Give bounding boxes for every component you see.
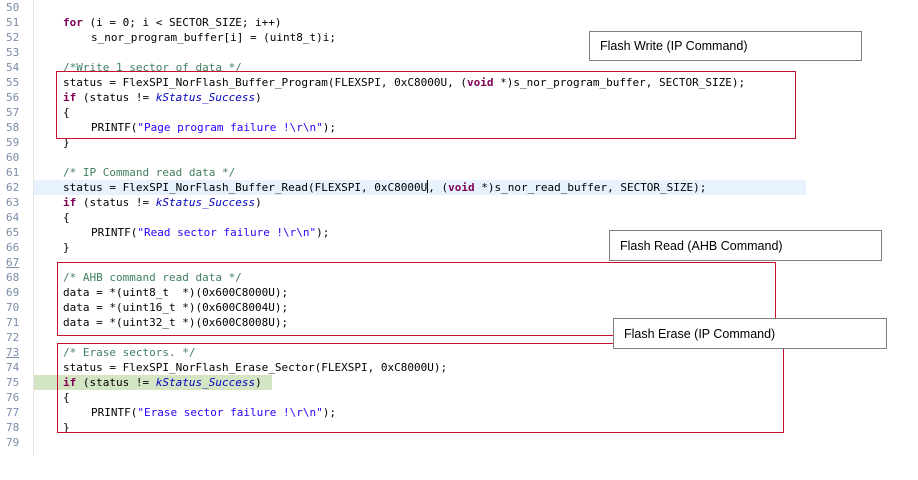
line-number: 73: [6, 346, 20, 359]
line-number: 71: [6, 316, 20, 329]
line-number: 60: [6, 151, 20, 164]
line-number: 51: [6, 16, 20, 29]
code-line[interactable]: 63 if (status != kStatus_Success): [0, 195, 918, 210]
line-number: 54: [6, 61, 20, 74]
callout-label: Flash Erase (IP Command): [624, 326, 776, 341]
code-line[interactable]: 61 /* IP Command read data */: [0, 165, 918, 180]
line-number: 76: [6, 391, 20, 404]
erase-callout-connector: [783, 347, 784, 433]
flash-write-callout: Flash Write (IP Command): [589, 31, 862, 61]
line-number: 55: [6, 76, 20, 89]
line-number: 66: [6, 241, 20, 254]
line-number: 52: [6, 31, 20, 44]
line-number: 78: [6, 421, 20, 434]
code-line[interactable]: 50: [0, 0, 918, 15]
current-code-line[interactable]: 62 status = FlexSPI_NorFlash_Buffer_Read…: [0, 180, 918, 195]
callout-label: Flash Read (AHB Command): [620, 238, 783, 253]
line-number: 68: [6, 271, 20, 284]
code-line[interactable]: 64 {: [0, 210, 918, 225]
line-number: 62: [6, 181, 20, 194]
line-number: 65: [6, 226, 20, 239]
flash-write-highlight-box: [56, 71, 796, 139]
line-number: 63: [6, 196, 20, 209]
code-line[interactable]: 79: [0, 435, 918, 450]
code-line[interactable]: 51 for (i = 0; i < SECTOR_SIZE; i++): [0, 15, 918, 30]
keyword: for: [63, 16, 83, 29]
code-line[interactable]: 60: [0, 150, 918, 165]
line-number: 57: [6, 106, 20, 119]
comment: /* IP Command read data */: [63, 166, 236, 179]
line-number: 61: [6, 166, 20, 179]
flash-erase-callout: Flash Erase (IP Command): [613, 318, 887, 349]
line-number: 70: [6, 301, 20, 314]
line-number: 58: [6, 121, 20, 134]
line-number: 69: [6, 286, 20, 299]
line-number: 53: [6, 46, 20, 59]
line-number: 72: [6, 331, 20, 344]
callout-label: Flash Write (IP Command): [600, 39, 748, 53]
line-number: 56: [6, 91, 20, 104]
line-number: 67: [6, 256, 20, 269]
flash-erase-highlight-box: [57, 343, 784, 433]
line-number: 59: [6, 136, 20, 149]
line-number: 50: [6, 1, 20, 14]
line-number: 75: [6, 376, 20, 389]
line-number: 77: [6, 406, 20, 419]
flash-read-callout: Flash Read (AHB Command): [609, 230, 882, 261]
line-number: 74: [6, 361, 20, 374]
line-number: 64: [6, 211, 20, 224]
line-number: 79: [6, 436, 20, 449]
